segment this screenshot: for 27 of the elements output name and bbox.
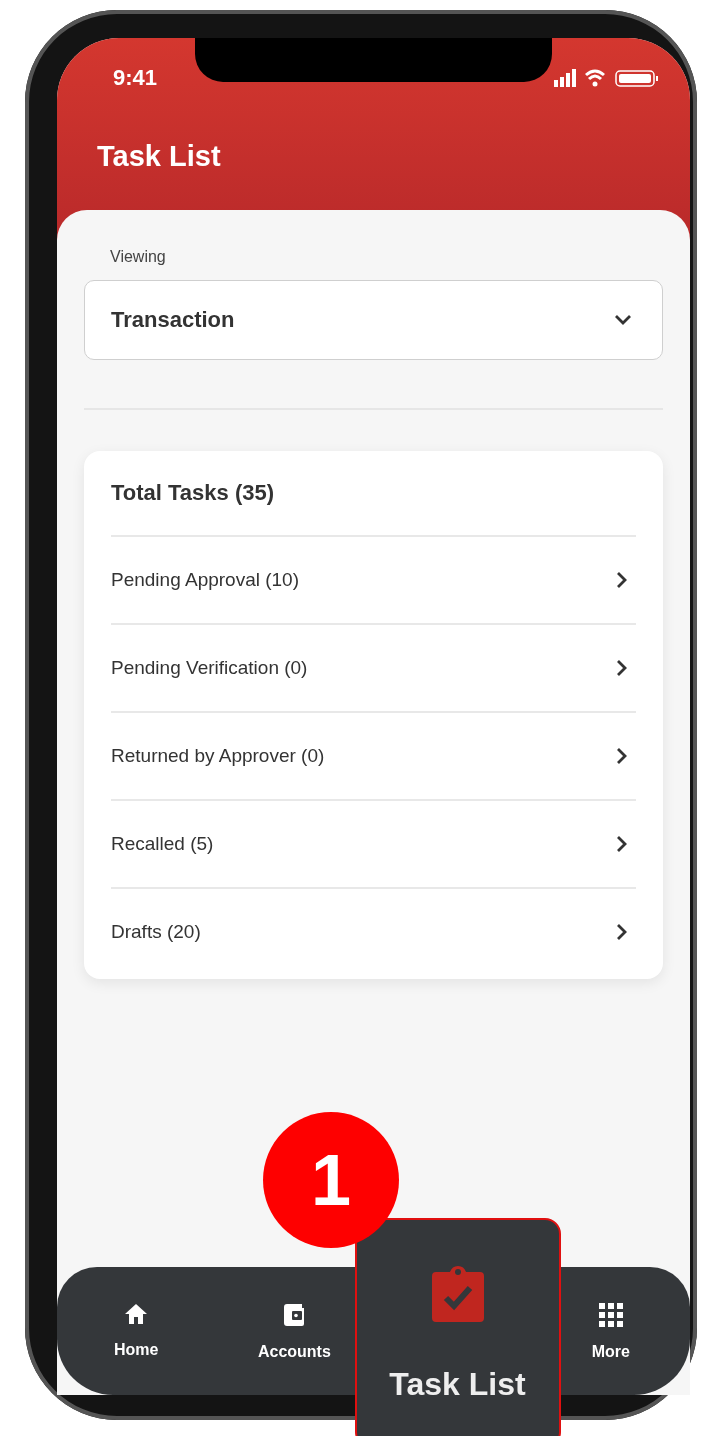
chevron-right-icon xyxy=(616,747,628,765)
status-time: 9:41 xyxy=(113,65,158,91)
chevron-right-icon xyxy=(616,835,628,853)
viewing-dropdown[interactable]: Transaction xyxy=(84,280,663,360)
task-row[interactable]: Pending Approval (10) xyxy=(111,535,636,623)
signal-icon xyxy=(554,69,576,87)
clipboard-check-icon xyxy=(431,1266,484,1322)
chevron-right-icon xyxy=(616,923,628,941)
chevron-right-icon xyxy=(616,571,628,589)
field-label: Viewing xyxy=(110,248,167,266)
card-title: Total Tasks (35) xyxy=(111,479,275,507)
chevron-right-icon xyxy=(616,659,628,677)
task-row[interactable]: Drafts (20) xyxy=(111,887,636,975)
nav-tab[interactable]: Accounts xyxy=(251,1267,337,1395)
nav-tab[interactable]: More xyxy=(585,1267,636,1395)
grid-icon xyxy=(598,1303,623,1327)
nav-tab[interactable]: Task List xyxy=(354,1218,561,1436)
task-row[interactable]: Recalled (5) xyxy=(111,799,636,887)
wifi-icon xyxy=(584,69,606,87)
chevron-down-icon xyxy=(614,314,632,326)
task-row[interactable]: Returned by Approver (0) xyxy=(111,711,636,799)
battery-icon xyxy=(615,70,658,87)
nav-tab[interactable]: Home xyxy=(107,1267,165,1395)
home-icon xyxy=(124,1303,149,1325)
page-title: Task List xyxy=(97,140,222,173)
task-row[interactable]: Pending Verification (0) xyxy=(111,623,636,711)
wallet-icon xyxy=(282,1303,307,1327)
